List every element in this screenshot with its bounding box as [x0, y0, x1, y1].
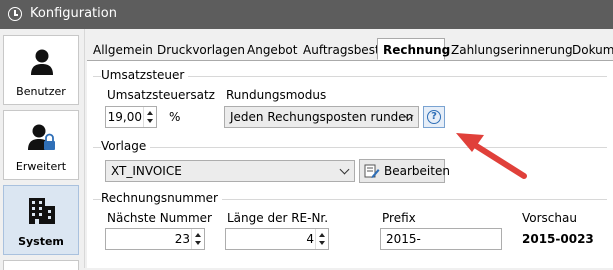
sidebar-item-label: Erweitert [15, 160, 67, 173]
clock-icon [8, 7, 22, 21]
rate-stepper[interactable]: 19,00 [105, 106, 157, 128]
group-title: Vorlage [101, 139, 151, 153]
arrow-down-icon[interactable] [195, 241, 201, 245]
sidebar: Benutzer Erweitert System [0, 29, 85, 270]
tab-angebot[interactable]: Angebot [246, 40, 298, 60]
next-number-label: Nächste Nummer [107, 211, 212, 225]
rounding-select[interactable]: Jeden Rechungsposten runden [224, 106, 419, 128]
stepper-arrows[interactable] [315, 229, 328, 249]
arrow-up-icon[interactable] [147, 111, 153, 115]
preview-value: 2015-0023 [522, 232, 594, 246]
stepper-arrows[interactable] [143, 107, 156, 127]
tab-zahlungserinnerung[interactable]: Zahlungserinnerung [450, 40, 574, 60]
group-title: Umsatzsteuer [101, 68, 189, 82]
arrow-down-icon[interactable] [319, 241, 325, 245]
user-icon [31, 49, 53, 75]
content-area: Allgemein Druckvorlagen Angebot Auftrags… [87, 29, 613, 268]
sidebar-item-erweitert[interactable]: Erweitert [3, 110, 79, 180]
sidebar-item-label: Benutzer [16, 85, 66, 98]
rounding-label: Rundungsmodus [226, 88, 327, 102]
title-bar: Konfiguration [0, 0, 613, 29]
stepper-arrows[interactable] [191, 229, 204, 249]
tab-auftragsbest[interactable]: Auftragsbest. [302, 40, 384, 60]
window-title: Konfiguration [30, 6, 117, 21]
edit-label: Bearbeiten [384, 164, 450, 178]
user-lock-icon [28, 124, 55, 150]
next-number-stepper[interactable]: 23 [105, 228, 205, 250]
tab-dokumente[interactable]: Dokume [571, 40, 613, 60]
help-button[interactable]: ? [423, 106, 445, 128]
sidebar-item-benutzer[interactable]: Benutzer [3, 35, 79, 105]
help-icon: ? [427, 110, 441, 124]
length-label: Länge der RE-Nr. [227, 211, 329, 225]
tab-bar: Allgemein Druckvorlagen Angebot Auftrags… [87, 38, 613, 61]
arrow-down-icon[interactable] [147, 119, 153, 123]
sidebar-item-label: System [18, 235, 64, 248]
edit-template-button[interactable]: Bearbeiten [359, 159, 450, 183]
length-stepper[interactable]: 4 [225, 228, 329, 250]
percent-label: % [169, 110, 181, 124]
building-icon [29, 198, 55, 224]
tab-rechnung[interactable]: Rechnung [377, 38, 450, 60]
arrow-up-icon[interactable] [195, 233, 201, 237]
sidebar-item-more[interactable] [3, 260, 79, 270]
prefix-input[interactable]: 2015- [380, 228, 502, 250]
prefix-value: 2015- [386, 232, 421, 246]
rounding-value: Jeden Rechungsposten runden [230, 110, 414, 124]
annotation-arrow [456, 133, 527, 179]
arrow-up-icon[interactable] [319, 233, 325, 237]
prefix-label: Prefix [382, 211, 416, 225]
next-number-value: 23 [174, 232, 190, 246]
preview-label: Vorschau [522, 211, 577, 225]
tab-druckvorlagen[interactable]: Druckvorlagen [156, 40, 246, 60]
rate-label: Umsatzsteuersatz [107, 88, 215, 102]
length-value: 4 [306, 232, 314, 246]
template-value: XT_INVOICE [111, 164, 182, 178]
group-title: Rechnungsnummer [101, 191, 222, 205]
sidebar-item-system[interactable]: System [3, 185, 79, 255]
edit-icon [364, 164, 380, 178]
chevron-down-icon [339, 164, 350, 175]
rechnung-panel: Umsatzsteuer Umsatzsteuersatz 19,00 % Ru… [87, 61, 613, 268]
template-select[interactable]: XT_INVOICE [105, 160, 355, 182]
tab-allgemein[interactable]: Allgemein [92, 40, 154, 60]
rate-value: 19,00 [107, 110, 142, 124]
